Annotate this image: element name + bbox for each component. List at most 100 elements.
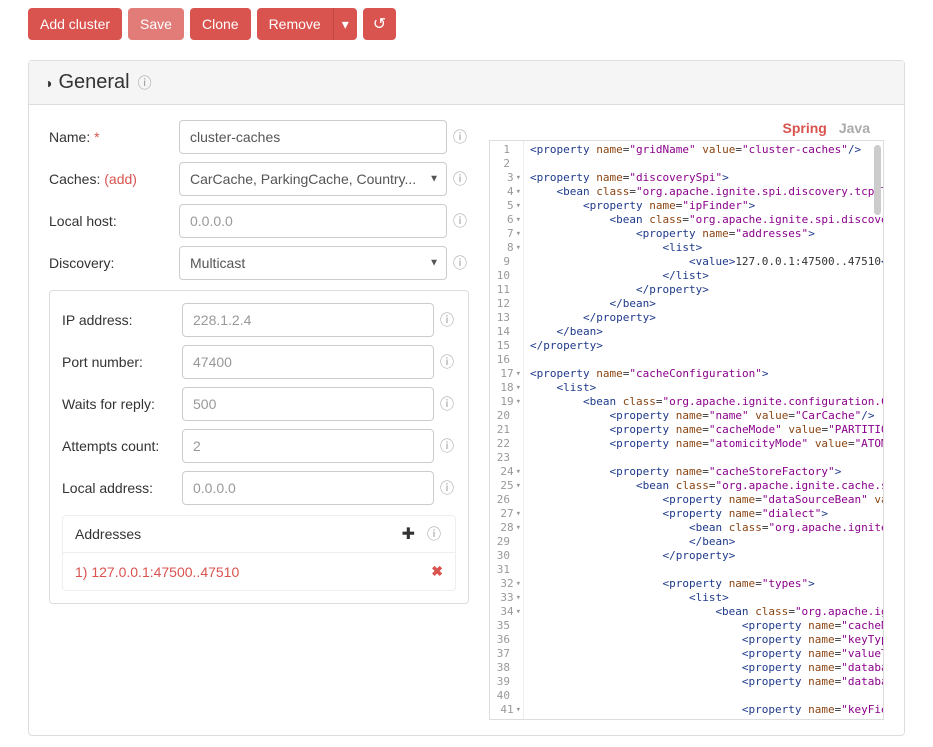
help-icon[interactable]: ⓘ: [438, 436, 456, 456]
code-line[interactable]: </property>: [530, 283, 877, 297]
code-line[interactable]: <bean class="org.apache.ignite.spi.disco…: [530, 213, 877, 227]
fold-icon[interactable]: ▾: [516, 521, 521, 535]
fold-icon[interactable]: ▾: [516, 213, 521, 227]
panel-header[interactable]: ◑ General ⓘ: [29, 61, 904, 105]
line-number: 33▾: [490, 591, 523, 605]
code-line[interactable]: <list>: [530, 591, 877, 605]
help-icon[interactable]: ⓘ: [438, 352, 456, 372]
fold-icon[interactable]: ▾: [516, 227, 521, 241]
code-line[interactable]: <property name="gridName" value="cluster…: [530, 143, 877, 157]
help-icon[interactable]: ⓘ: [451, 169, 469, 189]
code-line[interactable]: <property name="cacheConfiguration">: [530, 367, 877, 381]
discovery-select[interactable]: [179, 246, 447, 280]
fold-icon[interactable]: ▾: [516, 591, 521, 605]
plus-icon[interactable]: ✚: [402, 524, 415, 544]
undo-button[interactable]: ↺: [363, 8, 396, 40]
code-line[interactable]: <property name="database: [530, 675, 877, 689]
fold-icon[interactable]: ▾: [516, 479, 521, 493]
fold-icon[interactable]: ▾: [516, 171, 521, 185]
fold-icon[interactable]: ▾: [516, 185, 521, 199]
localhost-input[interactable]: [179, 204, 447, 238]
ip-input[interactable]: [182, 303, 434, 337]
help-icon[interactable]: ⓘ: [451, 211, 469, 231]
help-icon[interactable]: ⓘ: [438, 394, 456, 414]
code-line[interactable]: [530, 689, 877, 703]
clone-button[interactable]: Clone: [190, 8, 251, 40]
help-icon[interactable]: ⓘ: [138, 73, 152, 93]
remove-address-icon[interactable]: ✖: [431, 563, 443, 580]
remove-button[interactable]: Remove: [257, 8, 333, 40]
fold-icon[interactable]: ▾: [516, 367, 521, 381]
line-number: 40: [490, 689, 523, 703]
code-line[interactable]: <list>: [530, 717, 877, 719]
code-line[interactable]: <property name="atomicityMode" value="AT…: [530, 437, 877, 451]
attempts-label: Attempts count:: [62, 438, 182, 454]
help-icon[interactable]: ⓘ: [451, 127, 469, 147]
code-line[interactable]: <bean class="org.apache.ignite.configura…: [530, 395, 877, 409]
code-line[interactable]: <property name="cacheMode" value="PARTIT…: [530, 423, 877, 437]
caches-add-link[interactable]: (add): [104, 171, 137, 187]
fold-icon[interactable]: ▾: [516, 717, 521, 720]
tab-spring[interactable]: Spring: [783, 120, 827, 136]
fold-icon[interactable]: ▾: [516, 577, 521, 591]
line-number: 7▾: [490, 227, 523, 241]
add-cluster-button[interactable]: Add cluster: [28, 8, 122, 40]
code-line[interactable]: <property name="dialect">: [530, 507, 877, 521]
help-icon[interactable]: ⓘ: [451, 253, 469, 273]
code-line[interactable]: </bean>: [530, 297, 877, 311]
save-button[interactable]: Save: [128, 8, 184, 40]
scrollbar[interactable]: [874, 145, 881, 215]
code-line[interactable]: <property name="valueTyp: [530, 647, 877, 661]
code-line[interactable]: [530, 451, 877, 465]
code-line[interactable]: <bean class="org.apache.ignite.spi.disco…: [530, 185, 877, 199]
code-line[interactable]: </bean>: [530, 325, 877, 339]
caches-select[interactable]: [179, 162, 447, 196]
code-line[interactable]: <property name="name" value="CarCache"/>: [530, 409, 877, 423]
code-line[interactable]: <property name="keyField: [530, 703, 877, 717]
help-icon[interactable]: ⓘ: [425, 524, 443, 544]
code-line[interactable]: [530, 157, 877, 171]
code-line[interactable]: </property>: [530, 549, 877, 563]
fold-icon[interactable]: ▾: [516, 465, 521, 479]
code-line[interactable]: <property name="ipFinder">: [530, 199, 877, 213]
fold-icon[interactable]: ▾: [516, 381, 521, 395]
code-line[interactable]: [530, 353, 877, 367]
name-input[interactable]: [179, 120, 447, 154]
code-line[interactable]: <property name="types">: [530, 577, 877, 591]
waits-input[interactable]: [182, 387, 434, 421]
tab-java[interactable]: Java: [839, 120, 870, 136]
code-line[interactable]: <property name="cacheNam: [530, 619, 877, 633]
code-line[interactable]: [530, 563, 877, 577]
code-line[interactable]: <value>127.0.0.1:47500..47510</v: [530, 255, 877, 269]
code-line[interactable]: <list>: [530, 381, 877, 395]
remove-dropdown-button[interactable]: ▾: [333, 8, 357, 40]
code-line[interactable]: <property name="cacheStoreFactory">: [530, 465, 877, 479]
fold-icon[interactable]: ▾: [516, 507, 521, 521]
code-line[interactable]: <property name="database: [530, 661, 877, 675]
code-line[interactable]: </property>: [530, 339, 877, 353]
code-line[interactable]: <property name="discoverySpi">: [530, 171, 877, 185]
fold-icon[interactable]: ▾: [516, 605, 521, 619]
code-line[interactable]: <list>: [530, 241, 877, 255]
code-editor[interactable]: 123▾4▾5▾6▾7▾8▾91011121314151617▾18▾19▾20…: [489, 140, 884, 720]
code-line[interactable]: <property name="addresses">: [530, 227, 877, 241]
code-line[interactable]: </list>: [530, 269, 877, 283]
code-line[interactable]: <bean class="org.apache.igni: [530, 605, 877, 619]
localaddr-label: Local address:: [62, 480, 182, 496]
code-line[interactable]: </bean>: [530, 535, 877, 549]
help-icon[interactable]: ⓘ: [438, 478, 456, 498]
code-line[interactable]: <property name="dataSourceBean" valu: [530, 493, 877, 507]
help-icon[interactable]: ⓘ: [438, 310, 456, 330]
fold-icon[interactable]: ▾: [516, 395, 521, 409]
localaddr-input[interactable]: [182, 471, 434, 505]
fold-icon[interactable]: ▾: [516, 199, 521, 213]
line-number: 22: [490, 437, 523, 451]
code-line[interactable]: <bean class="org.apache.ignite.cache.stc: [530, 479, 877, 493]
attempts-input[interactable]: [182, 429, 434, 463]
code-line[interactable]: <property name="keyType": [530, 633, 877, 647]
code-line[interactable]: </property>: [530, 311, 877, 325]
fold-icon[interactable]: ▾: [516, 703, 521, 717]
fold-icon[interactable]: ▾: [516, 241, 521, 255]
port-input[interactable]: [182, 345, 434, 379]
code-line[interactable]: <bean class="org.apache.ignite.c: [530, 521, 877, 535]
